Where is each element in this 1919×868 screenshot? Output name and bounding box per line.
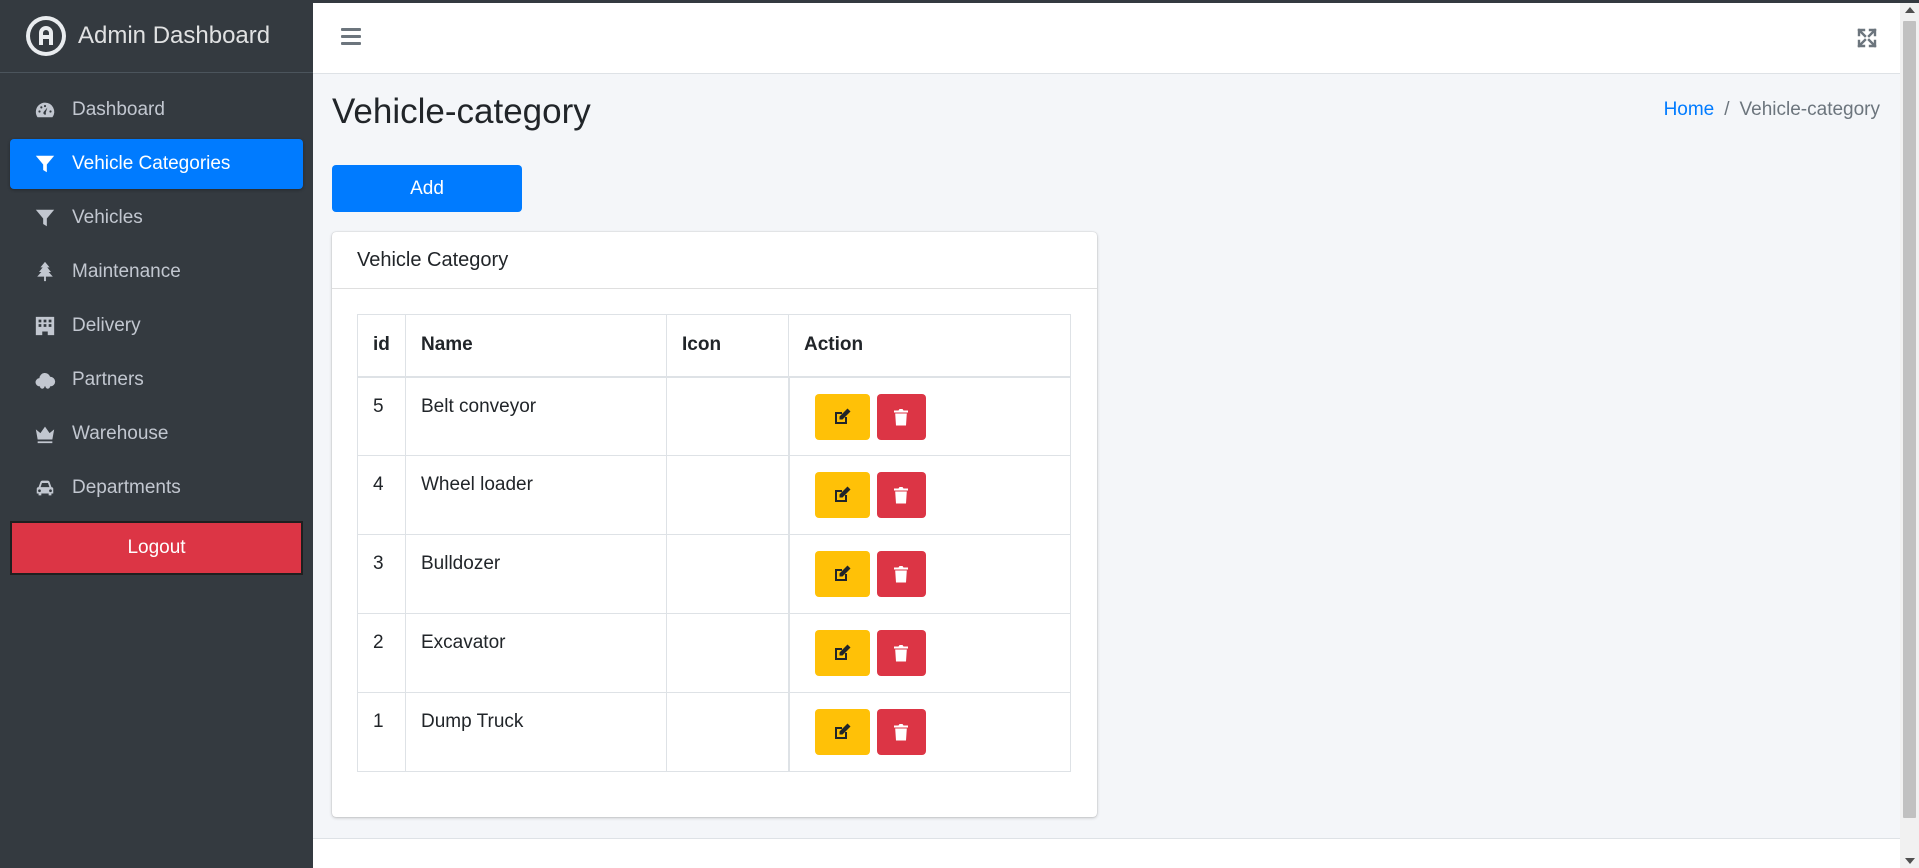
trash-icon: [894, 645, 908, 662]
scroll-down-icon[interactable]: [1905, 858, 1915, 864]
brand-title: Admin Dashboard: [78, 22, 271, 49]
top-edge: [0, 0, 1919, 3]
crown-icon: [32, 422, 58, 446]
trash-icon: [894, 724, 908, 741]
breadcrumb: Home / Vehicle-category: [1664, 99, 1880, 121]
top-navbar: [313, 3, 1900, 74]
car-icon: [32, 476, 58, 500]
cell-icon: [666, 613, 789, 693]
sidebar-item-label: Maintenance: [72, 261, 181, 282]
cell-action: [787, 613, 1071, 693]
sidebar-item-warehouse[interactable]: Warehouse: [10, 409, 303, 459]
scroll-up-icon[interactable]: [1905, 7, 1915, 13]
delete-button[interactable]: [876, 630, 926, 676]
cell-name: Belt conveyor: [405, 376, 667, 456]
cell-action: [787, 534, 1071, 614]
expand-icon[interactable]: [1856, 27, 1878, 49]
cell-id: 2: [357, 613, 406, 693]
table-row: 4 Wheel loader: [357, 455, 1071, 535]
cell-icon: [666, 455, 789, 535]
cloud-icon: [32, 368, 58, 392]
edit-button[interactable]: [814, 709, 870, 755]
cell-icon: [666, 534, 789, 614]
delete-button[interactable]: [876, 393, 926, 440]
cell-action: [787, 692, 1071, 772]
edit-button[interactable]: [814, 472, 870, 518]
sidebar-item-partners[interactable]: Partners: [10, 355, 303, 405]
cell-id: 1: [357, 692, 406, 772]
table-row: 1 Dump Truck: [357, 692, 1071, 772]
edit-icon: [835, 408, 851, 424]
edit-button[interactable]: [814, 630, 870, 676]
building-icon: [32, 314, 58, 338]
table-row: 2 Excavator: [357, 613, 1071, 693]
cell-icon: [666, 376, 789, 456]
cell-action: [787, 376, 1071, 456]
cell-name: Bulldozer: [405, 534, 667, 614]
brand-logo-icon: [26, 16, 66, 56]
page-title: Vehicle-category: [332, 92, 591, 131]
trash-icon: [894, 487, 908, 504]
cell-name: Excavator: [405, 613, 667, 693]
cell-icon: [666, 692, 789, 772]
column-header-action: Action: [788, 314, 1071, 378]
breadcrumb-current: Vehicle-category: [1739, 99, 1880, 120]
sidebar-item-label: Departments: [72, 477, 181, 498]
card-title: Vehicle Category: [332, 232, 1097, 289]
edit-button[interactable]: [814, 393, 870, 440]
sidebar-item-label: Warehouse: [72, 423, 169, 444]
logout-button[interactable]: Logout: [10, 521, 303, 575]
table-row: 3 Bulldozer: [357, 534, 1071, 614]
tree-icon: [32, 260, 58, 284]
trash-icon: [894, 566, 908, 583]
filter-icon: [32, 152, 58, 176]
sidebar-item-vehicles[interactable]: Vehicles: [10, 193, 303, 243]
cell-name: Dump Truck: [405, 692, 667, 772]
column-header-id: id: [357, 314, 406, 378]
trash-icon: [894, 408, 908, 425]
sidebar-item-departments[interactable]: Departments: [10, 463, 303, 513]
delete-button[interactable]: [876, 709, 926, 755]
scroll-thumb[interactable]: [1903, 21, 1916, 818]
sidebar-item-label: Dashboard: [72, 99, 165, 120]
cell-action: [787, 455, 1071, 535]
sidebar-nav: Dashboard Vehicle Categories Vehicles Ma…: [0, 73, 313, 513]
edit-icon: [835, 644, 851, 660]
sidebar: Admin Dashboard Dashboard Vehicle Catego…: [0, 0, 313, 868]
bars-icon[interactable]: [341, 28, 361, 48]
cell-id: 4: [357, 455, 406, 535]
sidebar-item-delivery[interactable]: Delivery: [10, 301, 303, 351]
edit-icon: [835, 565, 851, 581]
vehicle-category-table: id Name Icon Action 5 Belt conveyor 4 Wh…: [357, 314, 1071, 772]
filter-icon: [32, 206, 58, 230]
sidebar-item-label: Delivery: [72, 315, 141, 336]
cell-id: 3: [357, 534, 406, 614]
page-footer: [313, 838, 1900, 868]
vehicle-category-card: Vehicle Category id Name Icon Action 5 B…: [332, 232, 1097, 817]
sidebar-item-label: Partners: [72, 369, 144, 390]
sidebar-item-maintenance[interactable]: Maintenance: [10, 247, 303, 297]
sidebar-item-label: Vehicle Categories: [72, 153, 231, 174]
table-row: 5 Belt conveyor: [357, 376, 1071, 456]
breadcrumb-home-link[interactable]: Home: [1664, 99, 1715, 120]
breadcrumb-separator: /: [1724, 99, 1730, 120]
add-button[interactable]: Add: [332, 165, 522, 212]
delete-button[interactable]: [876, 472, 926, 518]
column-header-icon: Icon: [666, 314, 789, 378]
sidebar-item-vehicle-categories[interactable]: Vehicle Categories: [10, 139, 303, 189]
table-header-row: id Name Icon Action: [357, 314, 1071, 378]
page-scrollbar[interactable]: [1900, 3, 1919, 868]
edit-icon: [835, 486, 851, 502]
edit-button[interactable]: [814, 551, 870, 597]
tachometer-icon: [32, 98, 58, 122]
cell-id: 5: [357, 376, 406, 456]
sidebar-item-dashboard[interactable]: Dashboard: [10, 85, 303, 135]
sidebar-item-label: Vehicles: [72, 207, 143, 228]
edit-icon: [835, 723, 851, 739]
column-header-name: Name: [405, 314, 667, 378]
brand-link[interactable]: Admin Dashboard: [0, 0, 313, 73]
cell-name: Wheel loader: [405, 455, 667, 535]
delete-button[interactable]: [876, 551, 926, 597]
